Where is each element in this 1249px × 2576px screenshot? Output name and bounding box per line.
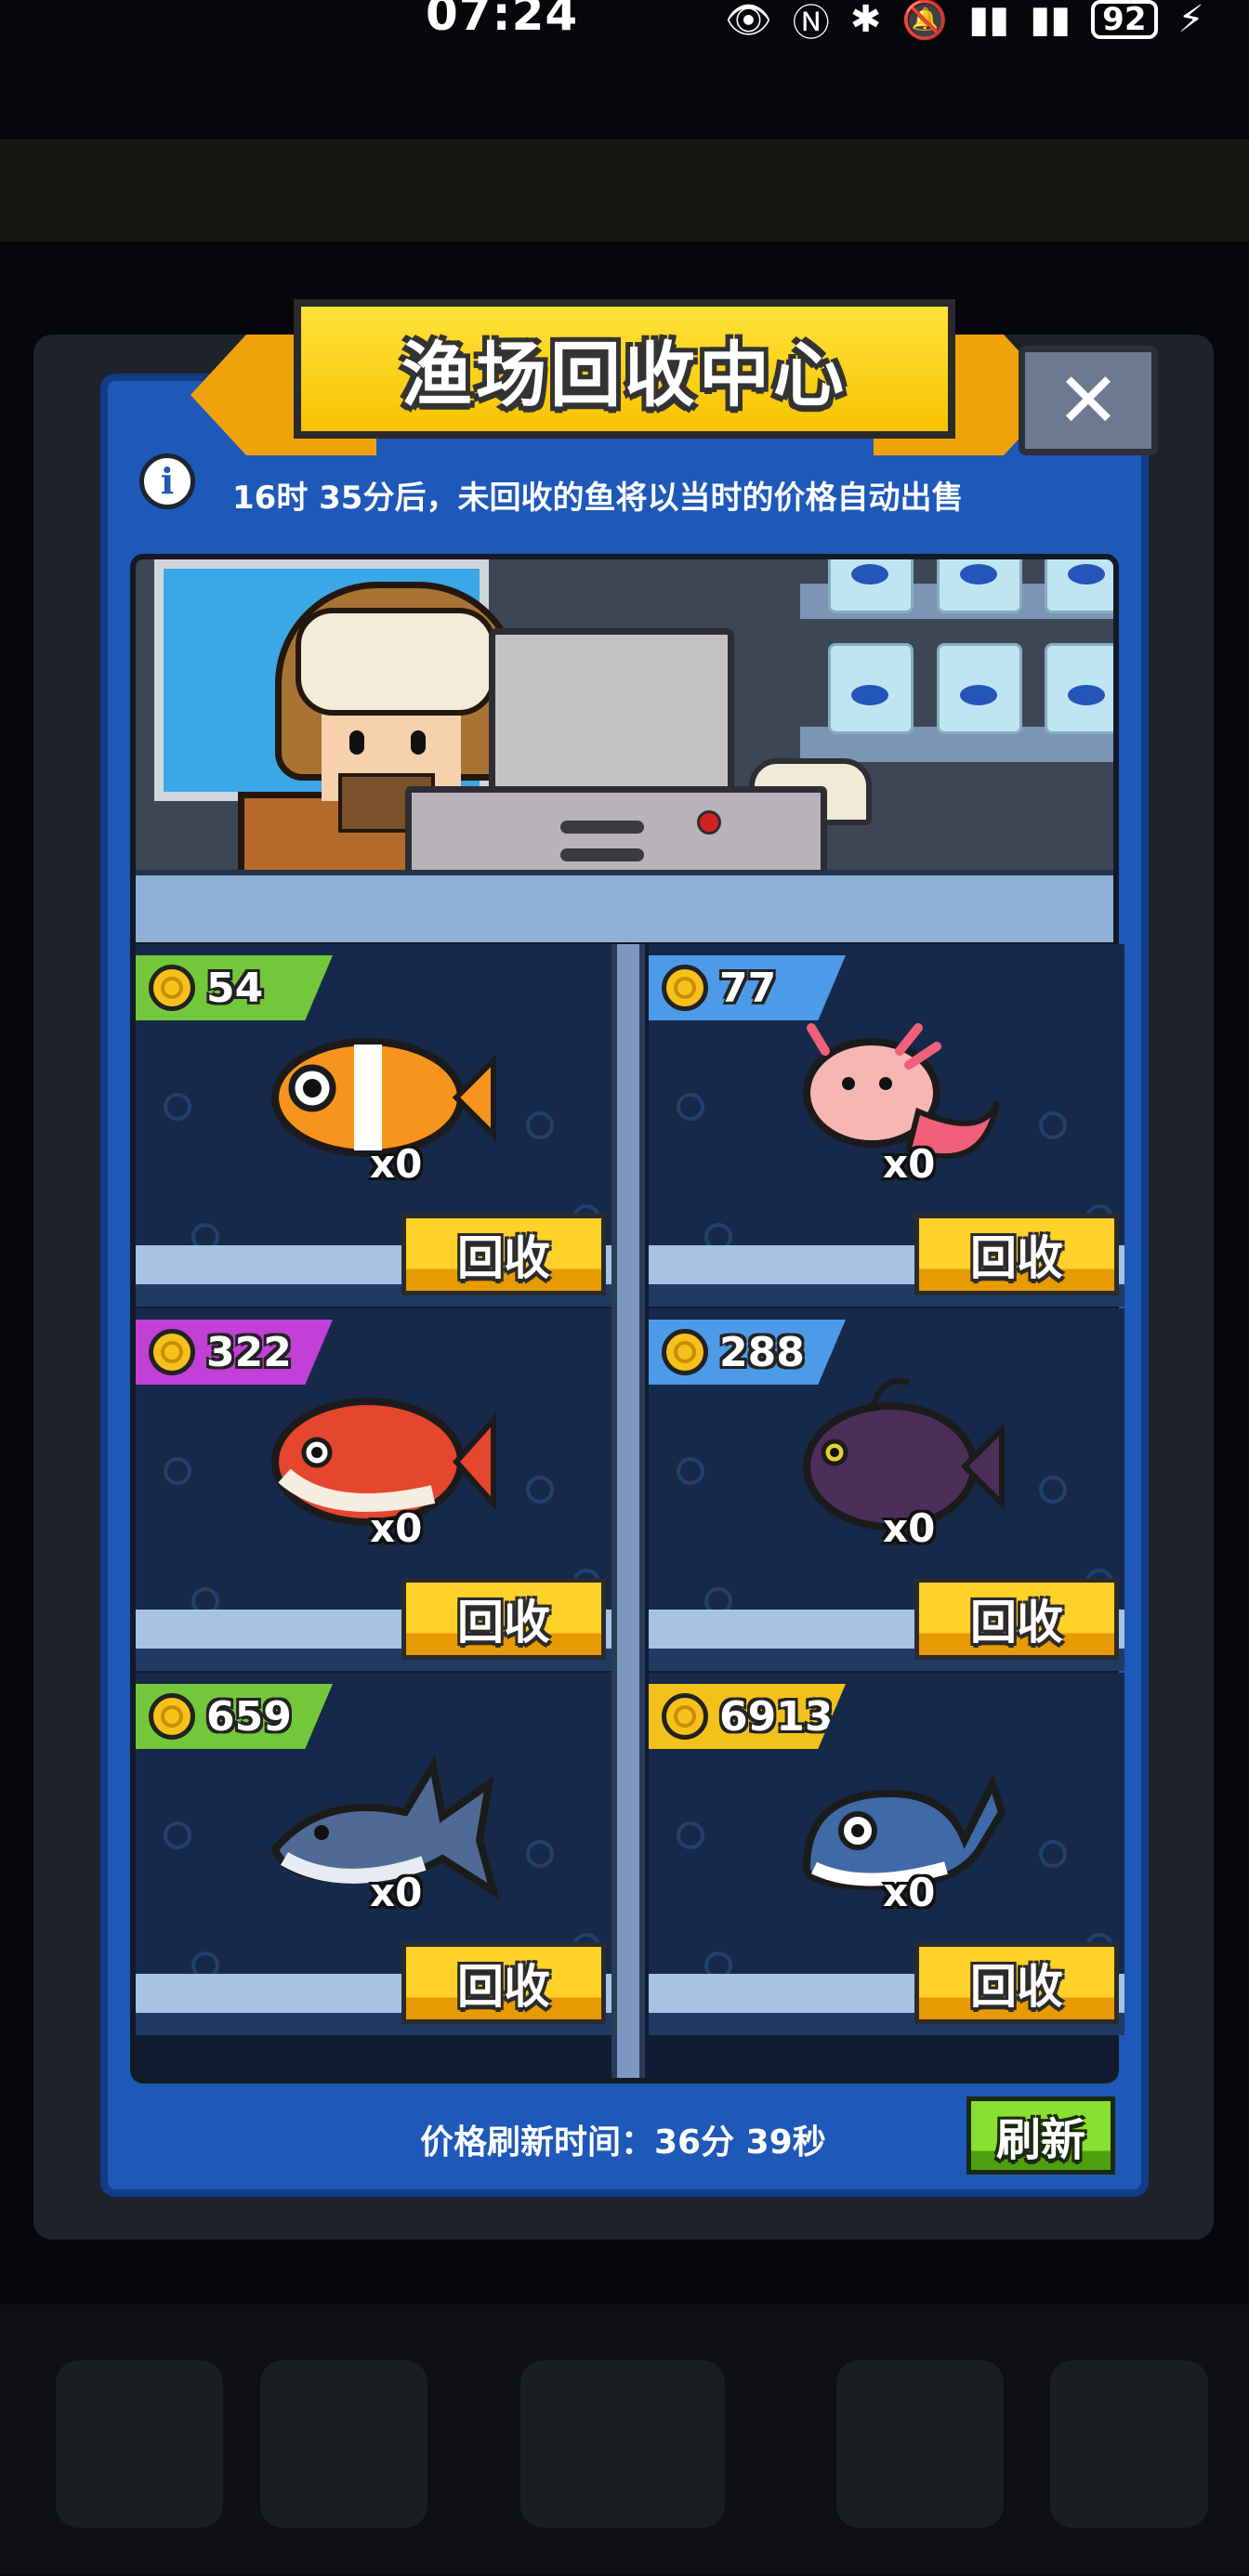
bubble-decoration bbox=[1039, 1476, 1067, 1504]
fish-cell: 659 x0 回收 bbox=[136, 1673, 611, 2035]
price-refresh-timer: 价格刷新时间：36分 39秒 bbox=[420, 2123, 826, 2162]
fish-bag-icon bbox=[828, 559, 914, 613]
grid-divider bbox=[611, 944, 645, 2078]
recycle-button[interactable]: 回收 bbox=[401, 1942, 606, 2024]
register-slot bbox=[560, 821, 644, 834]
fish-count: x0 bbox=[883, 1141, 936, 1187]
background-resource-bar bbox=[0, 139, 1249, 242]
background-nav-button bbox=[56, 2360, 223, 2528]
coin-icon bbox=[149, 965, 195, 1011]
fish-count: x0 bbox=[370, 1505, 423, 1551]
fish-cell: 6913 x0 回收 bbox=[649, 1673, 1124, 2035]
status-time: 07:24 bbox=[426, 0, 579, 41]
coin-icon bbox=[662, 1693, 708, 1740]
bubble-decoration bbox=[164, 1821, 191, 1849]
eye bbox=[411, 730, 426, 755]
shopkeeper-scene bbox=[130, 554, 1119, 948]
fish-count: x0 bbox=[370, 1141, 423, 1187]
info-icon[interactable]: i bbox=[139, 453, 195, 509]
bluetooth-icon: ✱ bbox=[849, 0, 882, 41]
recycle-button[interactable]: 回收 bbox=[914, 1942, 1119, 2024]
fish-cell: 322 x0 回收 bbox=[136, 1308, 611, 1671]
status-icons: 👁 Ⓝ ✱ 🔕 ▮▮ ▮▮ 92 ⚡ bbox=[725, 0, 1204, 46]
fish-price: 77 bbox=[719, 964, 777, 1012]
fish-bag-icon bbox=[1045, 559, 1113, 613]
bubble-decoration bbox=[164, 1457, 191, 1485]
signal-4g-icon: ▮▮ bbox=[968, 0, 1010, 41]
coin-icon bbox=[662, 1329, 708, 1375]
background-nav-button bbox=[836, 2360, 1004, 2528]
auto-sell-notice: 16时 35分后，未回收的鱼将以当时的价格自动出售 bbox=[232, 480, 964, 517]
bubble-decoration bbox=[526, 1111, 554, 1139]
dialog-title: 渔场回收中心 bbox=[401, 334, 848, 416]
close-button[interactable]: ✕ bbox=[1019, 346, 1158, 455]
register-light bbox=[697, 810, 721, 835]
background-nav-button bbox=[520, 2360, 725, 2528]
fish-bag-icon bbox=[937, 643, 1022, 734]
bubble-decoration bbox=[677, 1457, 704, 1485]
fish-grid: 54 x0 回收 77 x0 回收 322 x0 回收 288 x0 回收 65… bbox=[130, 944, 1124, 2083]
charging-icon: ⚡ bbox=[1177, 0, 1204, 41]
coin-icon bbox=[149, 1329, 195, 1375]
recycle-button[interactable]: 回收 bbox=[914, 1214, 1119, 1295]
shop-counter bbox=[136, 870, 1113, 942]
bubble-decoration bbox=[526, 1840, 554, 1868]
bubble-decoration bbox=[677, 1093, 704, 1121]
status-bar: 07:24 👁 Ⓝ ✱ 🔕 ▮▮ ▮▮ 92 ⚡ bbox=[0, 0, 1249, 56]
fish-cell: 54 x0 回收 bbox=[136, 944, 611, 1307]
computer-monitor bbox=[489, 628, 734, 808]
fish-price: 54 bbox=[206, 964, 264, 1012]
coin-icon bbox=[662, 965, 708, 1011]
battery-level: 92 bbox=[1091, 0, 1158, 39]
shopkeeper-hat-fur bbox=[296, 608, 496, 716]
nfc-icon: Ⓝ bbox=[792, 2, 830, 45]
close-icon: ✕ bbox=[1056, 356, 1121, 445]
fish-count: x0 bbox=[370, 1870, 423, 1915]
recycle-button[interactable]: 回收 bbox=[914, 1578, 1119, 1660]
register-slot bbox=[560, 848, 644, 861]
recycle-button[interactable]: 回收 bbox=[401, 1578, 606, 1660]
background-nav-button bbox=[260, 2360, 427, 2528]
bubble-decoration bbox=[1039, 1111, 1067, 1139]
refresh-button[interactable]: 刷新 bbox=[966, 2096, 1115, 2175]
fish-cell: 288 x0 回收 bbox=[649, 1308, 1124, 1671]
signal-5g-icon: ▮▮ bbox=[1030, 0, 1072, 41]
eye bbox=[349, 730, 364, 755]
mute-icon: 🔕 bbox=[901, 0, 949, 42]
bubble-decoration bbox=[164, 1093, 191, 1121]
fish-cell: 77 x0 回收 bbox=[649, 944, 1124, 1307]
background-nav-button bbox=[1050, 2360, 1208, 2528]
bubble-decoration bbox=[1039, 1840, 1067, 1868]
fish-count: x0 bbox=[883, 1505, 936, 1551]
recycle-button[interactable]: 回收 bbox=[401, 1214, 606, 1295]
fish-bag-icon bbox=[1045, 643, 1113, 734]
eye-icon: 👁 bbox=[725, 0, 772, 42]
fish-count: x0 bbox=[883, 1870, 936, 1915]
dialog-title-banner: 渔场回收中心 bbox=[294, 299, 955, 439]
bubble-decoration bbox=[526, 1476, 554, 1504]
fish-bag-icon bbox=[828, 643, 914, 734]
fish-bag-icon bbox=[937, 559, 1022, 613]
bubble-decoration bbox=[677, 1821, 704, 1849]
coin-icon bbox=[149, 1693, 195, 1740]
